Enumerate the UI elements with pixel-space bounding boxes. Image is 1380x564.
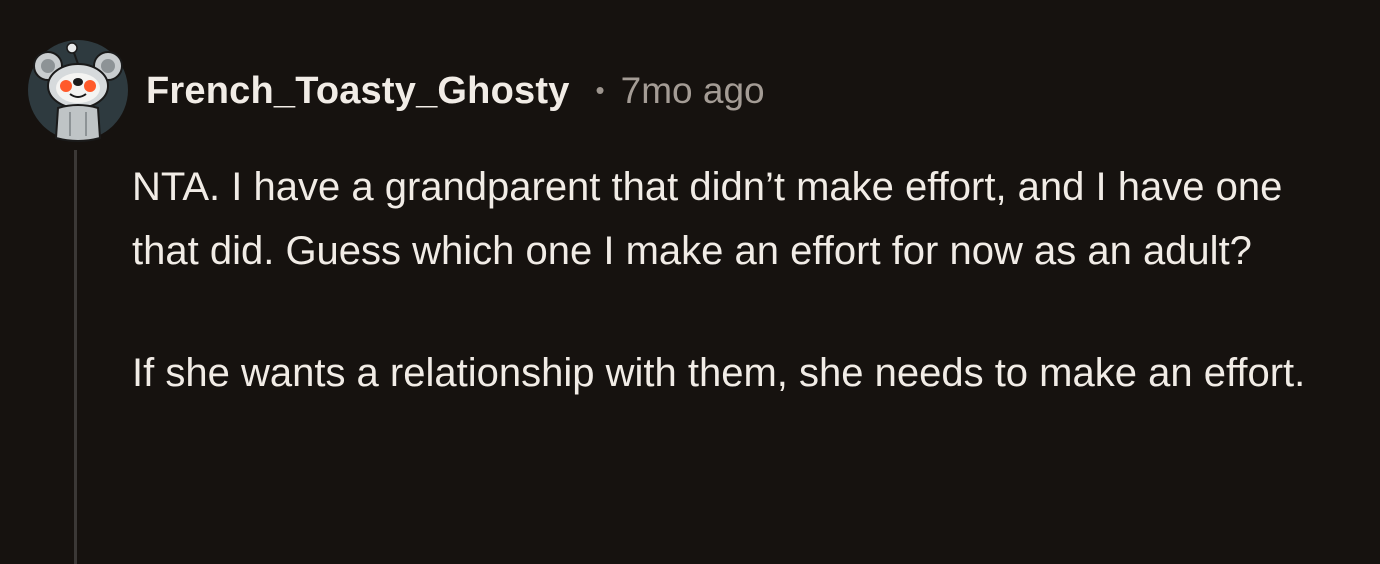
snoo-koala-avatar-icon — [28, 40, 128, 142]
comment-meta: French_Toasty_Ghosty • 7mo ago — [146, 66, 765, 116]
comment-paragraph: If she wants a relationship with them, s… — [132, 351, 1306, 395]
comment-card: French_Toasty_Ghosty • 7mo ago NTA. I ha… — [0, 0, 1380, 564]
comment-timestamp[interactable]: 7mo ago — [621, 70, 765, 112]
comment-paragraph: NTA. I have a grandparent that didn’t ma… — [132, 165, 1283, 273]
username-link[interactable]: French_Toasty_Ghosty — [146, 70, 570, 113]
comment-body: NTA. I have a grandparent that didn’t ma… — [132, 155, 1357, 405]
meta-separator: • — [595, 74, 605, 105]
thread-line[interactable] — [74, 150, 77, 564]
user-avatar[interactable] — [26, 38, 130, 142]
